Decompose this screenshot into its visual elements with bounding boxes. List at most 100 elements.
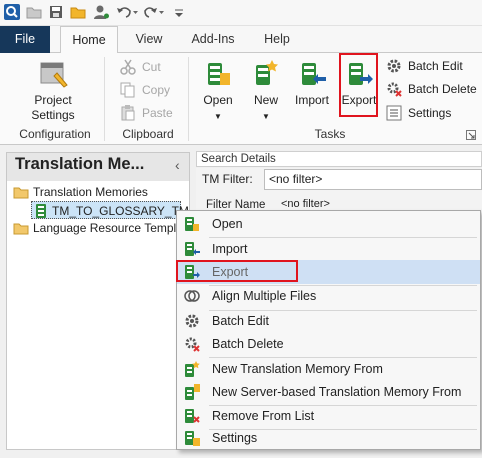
navigation-title: Translation Me... <box>15 155 145 173</box>
batch-delete-icon <box>386 81 402 97</box>
import-label: Import <box>294 93 329 107</box>
menu-item-label: New Server-based Translation Memory From <box>212 385 462 399</box>
tab-add-ins[interactable]: Add-Ins <box>182 26 244 53</box>
group-label-clipboard: Clipboard <box>122 127 174 141</box>
tm-filter-dropdown[interactable]: <no filter> <box>264 169 482 190</box>
menu-item-label: Import <box>212 242 248 256</box>
settings-list-icon <box>386 105 402 121</box>
paste-button[interactable]: Paste <box>120 103 180 123</box>
batch-delete-button[interactable]: Batch Delete <box>386 79 478 99</box>
search-details-header: Search Details <box>196 151 482 167</box>
ribbon-separator <box>188 57 189 141</box>
copy-button[interactable]: Copy <box>120 80 180 100</box>
tree-item-label: Translation Memories <box>33 185 148 199</box>
menu-item-align-multiple-files[interactable]: Align Multiple Files <box>177 284 480 308</box>
open-folder-icon[interactable] <box>26 4 42 20</box>
new-tm-icon <box>250 59 282 89</box>
menu-item-label: Batch Edit <box>212 314 269 328</box>
redo-icon[interactable] <box>144 4 166 20</box>
dialog-launcher-icon[interactable] <box>466 129 476 140</box>
batch-delete-icon <box>184 336 200 352</box>
cut-label: Cut <box>142 60 161 74</box>
filter-name-field[interactable]: <no filter> <box>277 197 482 211</box>
customize-icon[interactable] <box>174 4 184 20</box>
align-files-icon <box>184 288 200 304</box>
open-tm-icon <box>184 216 200 232</box>
project-settings-button[interactable]: Project Settings <box>18 59 88 123</box>
open-button[interactable]: Open ▼ <box>198 59 238 124</box>
save-icon[interactable] <box>48 4 64 20</box>
menu-item-label: Remove From List <box>212 409 315 423</box>
menu-item-remove-from-list[interactable]: Remove From List <box>177 404 480 428</box>
import-button[interactable]: Import <box>292 59 332 108</box>
collapse-panel-icon[interactable]: ‹ <box>175 157 180 173</box>
project-settings-icon <box>37 59 69 89</box>
user-settings-icon[interactable] <box>94 4 110 20</box>
menu-item-label: Batch Delete <box>212 337 284 351</box>
menu-item-batch-delete[interactable]: Batch Delete <box>177 332 480 356</box>
menu-item-batch-edit[interactable]: Batch Edit <box>177 309 480 333</box>
batch-edit-button[interactable]: Batch Edit <box>386 56 476 76</box>
import-tm-icon <box>184 241 200 257</box>
menu-item-label: Align Multiple Files <box>212 289 317 303</box>
tab-help[interactable]: Help <box>252 26 302 53</box>
folder-icon <box>13 221 29 235</box>
menu-item-label: New Translation Memory From <box>212 362 383 376</box>
open-label: Open <box>203 93 233 107</box>
paste-icon <box>120 105 136 121</box>
export-highlight-box <box>339 53 378 117</box>
menu-item-import[interactable]: Import <box>177 237 480 261</box>
folder-open-icon[interactable] <box>70 4 86 20</box>
paste-label: Paste <box>142 106 173 120</box>
tree-item-label: TM_TO_GLOSSARY_TM <box>52 204 189 218</box>
scissors-icon <box>120 59 136 75</box>
new-label: New <box>253 93 278 107</box>
tab-view[interactable]: View <box>124 26 174 53</box>
export-menu-highlight-box <box>176 260 298 282</box>
menu-item-new-tm-from[interactable]: New Translation Memory From <box>177 357 480 381</box>
chevron-down-icon: ▼ <box>214 112 222 121</box>
new-tm-from-icon <box>184 361 200 377</box>
new-server-tm-icon <box>184 384 200 400</box>
chevron-down-icon: ▼ <box>262 112 270 121</box>
menu-item-new-server-tm-from[interactable]: New Server-based Translation Memory From <box>177 380 480 404</box>
gear-icon <box>386 58 402 74</box>
tree-item-translation-memories[interactable]: Translation Memories <box>13 183 189 201</box>
tree-item-label: Language Resource Templates <box>33 221 189 235</box>
menu-item-settings[interactable]: Settings <box>177 426 480 450</box>
app-icon <box>4 4 20 20</box>
ribbon-separator <box>104 57 105 141</box>
cut-button[interactable]: Cut <box>120 57 180 77</box>
copy-label: Copy <box>142 83 171 97</box>
context-menu: Open Import Export Align Multiple Files … <box>176 210 481 450</box>
navigation-panel: Translation Me... ‹ Translation Memories… <box>6 152 190 450</box>
import-tm-icon <box>296 59 328 89</box>
quick-access-toolbar <box>0 0 482 26</box>
ribbon-tab-bar: File Home View Add-Ins Help <box>0 26 482 54</box>
gear-icon <box>184 313 200 329</box>
tab-home[interactable]: Home <box>60 26 118 54</box>
tree-item-tm-to-glossary[interactable]: TM_TO_GLOSSARY_TM <box>31 201 189 219</box>
undo-icon[interactable] <box>116 4 138 20</box>
menu-item-label: Open <box>212 217 243 231</box>
ribbon: Project Settings Configuration Cut Copy … <box>0 53 482 145</box>
folder-icon <box>13 185 29 199</box>
remove-from-list-icon <box>184 408 200 424</box>
settings-button[interactable]: Settings <box>386 103 476 123</box>
tm-filter-label: TM Filter: <box>202 172 253 186</box>
copy-icon <box>120 82 136 98</box>
group-label-configuration: Configuration <box>19 127 91 141</box>
menu-item-label: Settings <box>212 431 258 445</box>
open-tm-icon <box>202 59 234 89</box>
tree-item-language-resource-templates[interactable]: Language Resource Templates <box>13 219 189 237</box>
settings-icon <box>184 430 200 446</box>
new-button[interactable]: New ▼ <box>248 59 284 124</box>
navigation-header: Translation Me... ‹ <box>7 153 189 181</box>
menu-item-open[interactable]: Open <box>177 212 480 236</box>
project-settings-label: Project Settings <box>31 93 75 122</box>
tab-file[interactable]: File <box>0 26 50 53</box>
batch-delete-label: Batch Delete <box>408 82 477 96</box>
settings-label: Settings <box>408 106 452 120</box>
tm-icon <box>34 204 50 218</box>
batch-edit-label: Batch Edit <box>408 59 463 73</box>
